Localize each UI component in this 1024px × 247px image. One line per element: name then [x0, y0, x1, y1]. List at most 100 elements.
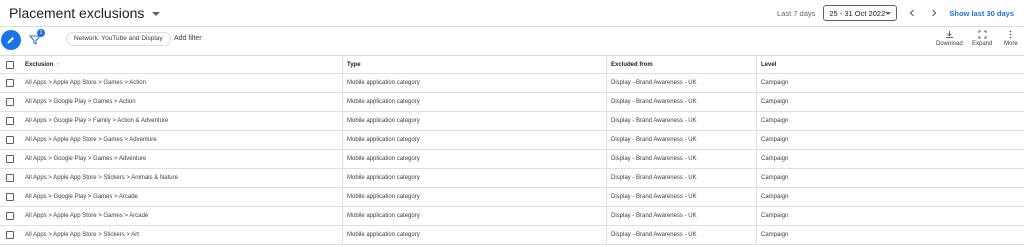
chevron-left-icon [910, 9, 915, 17]
row-checkbox[interactable] [6, 155, 14, 163]
row-checkbox[interactable] [6, 79, 14, 87]
network-filter-chip[interactable]: Network: YouTube and Display [66, 32, 171, 46]
table-row[interactable]: All Apps > Apple App Store > Games > Adv… [0, 131, 1024, 150]
table-row[interactable]: All Apps > Apple App Store > Games > Act… [0, 74, 1024, 93]
column-header-level[interactable]: Level [756, 56, 1024, 74]
table-row[interactable]: All Apps > Google Play > Games > Adventu… [0, 150, 1024, 169]
download-button[interactable]: Download [936, 30, 963, 47]
table-row[interactable]: All Apps > Apple App Store > Stickers > … [0, 169, 1024, 188]
level-cell: Campaign [756, 74, 1024, 92]
page-title-dropdown[interactable]: Placement exclusions [9, 5, 161, 21]
table-row[interactable]: All Apps > Apple App Store > Stickers > … [0, 226, 1024, 245]
row-select-cell [0, 112, 20, 130]
add-filter-button[interactable]: Add filter [174, 35, 202, 42]
row-select-cell [0, 74, 20, 92]
row-select-cell [0, 226, 20, 244]
download-label: Download [936, 41, 963, 47]
excluded-from-cell[interactable]: Display - Brand Awareness - UK [606, 226, 756, 244]
more-button[interactable]: More [1004, 30, 1018, 47]
excluded-from-cell[interactable]: Display - Brand Awareness - UK [606, 207, 756, 225]
row-select-cell [0, 169, 20, 187]
type-cell: Mobile application category [342, 131, 606, 149]
excluded-from-cell[interactable]: Display - Brand Awareness - UK [606, 188, 756, 206]
exclusion-cell: All Apps > Google Play > Games > Adventu… [25, 156, 147, 162]
more-label: More [1004, 41, 1018, 47]
exclusion-cell: All Apps > Apple App Store > Stickers > … [25, 232, 139, 238]
row-checkbox[interactable] [6, 136, 14, 144]
exclusion-cell: All Apps > Google Play > Family > Action… [25, 118, 169, 124]
table-row[interactable]: All Apps > Google Play > Family > Action… [0, 112, 1024, 131]
column-header-exclusion[interactable]: Exclusion ↑ [21, 56, 342, 74]
pencil-icon [7, 37, 14, 44]
expand-button[interactable]: Expand [972, 30, 992, 47]
exclusion-cell: All Apps > Google Play > Games > Action [25, 99, 136, 105]
exclusion-cell: All Apps > Apple App Store > Stickers > … [25, 175, 178, 181]
more-vert-icon [1009, 30, 1012, 39]
type-cell: Mobile application category [342, 188, 606, 206]
exclusion-cell: All Apps > Apple App Store > Games > Adv… [25, 137, 157, 143]
table-row[interactable]: All Apps > Google Play > Games > Action M… [0, 93, 1024, 112]
show-last-30-days-link[interactable]: Show last 30 days [949, 9, 1014, 18]
row-checkbox[interactable] [6, 98, 14, 106]
edit-button[interactable] [1, 30, 21, 50]
type-cell: Mobile application category [342, 74, 606, 92]
row-checkbox[interactable] [6, 193, 14, 201]
exclusion-cell: All Apps > Apple App Store > Games > Act… [25, 80, 146, 86]
exclusion-cell: All Apps > Google Play > Games > Arcade [25, 194, 138, 200]
row-select-cell [0, 207, 20, 225]
level-cell: Campaign [756, 150, 1024, 168]
table-row[interactable]: All Apps > Google Play > Games > Arcade M… [0, 188, 1024, 207]
excluded-from-cell[interactable]: Display - Brand Awareness - UK [606, 131, 756, 149]
sort-ascending-icon: ↑ [56, 62, 60, 68]
column-header-exclusion-label: Exclusion [25, 62, 54, 68]
level-cell: Campaign [756, 93, 1024, 111]
chevron-right-icon [932, 9, 937, 17]
excluded-from-cell[interactable]: Display - Brand Awareness - UK [606, 74, 756, 92]
excluded-from-cell[interactable]: Display - Brand Awareness - UK [606, 93, 756, 111]
column-header-type[interactable]: Type [342, 56, 606, 74]
row-select-cell [0, 188, 20, 206]
level-cell: Campaign [756, 169, 1024, 187]
type-cell: Mobile application category [342, 169, 606, 187]
type-cell: Mobile application category [342, 207, 606, 225]
download-icon [945, 31, 953, 38]
date-range-value: 25 - 31 Oct 2022 [829, 8, 886, 18]
date-range-controls: Last 7 days 25 - 31 Oct 2022 Show last 3… [777, 5, 1014, 21]
table-header-row: Exclusion ↑ Type Excluded from Level [0, 55, 1024, 74]
exclusions-table: Exclusion ↑ Type Excluded from Level All … [0, 55, 1024, 245]
select-all-checkbox[interactable] [6, 61, 14, 69]
previous-period-button[interactable] [905, 6, 919, 20]
table-body: All Apps > Apple App Store > Games > Act… [0, 74, 1024, 245]
row-checkbox[interactable] [6, 117, 14, 125]
level-cell: Campaign [756, 112, 1024, 130]
excluded-from-cell[interactable]: Display - Brand Awareness - UK [606, 112, 756, 130]
level-cell: Campaign [756, 188, 1024, 206]
select-all-cell [0, 56, 20, 74]
level-cell: Campaign [756, 207, 1024, 225]
next-period-button[interactable] [927, 6, 941, 20]
excluded-from-cell[interactable]: Display - Brand Awareness - UK [606, 169, 756, 187]
filter-button[interactable]: 1 [29, 29, 45, 47]
excluded-from-cell[interactable]: Display - Brand Awareness - UK [606, 150, 756, 168]
caret-down-icon [152, 12, 161, 16]
column-header-excluded-from[interactable]: Excluded from [606, 56, 756, 74]
page-title: Placement exclusions [9, 5, 145, 21]
type-cell: Mobile application category [342, 112, 606, 130]
type-cell: Mobile application category [342, 226, 606, 244]
caret-down-icon [885, 11, 892, 15]
row-select-cell [0, 93, 20, 111]
row-checkbox[interactable] [6, 174, 14, 182]
type-cell: Mobile application category [342, 150, 606, 168]
exclusion-cell: All Apps > Apple App Store > Games > Arc… [25, 213, 149, 219]
row-checkbox[interactable] [6, 231, 14, 239]
row-select-cell [0, 131, 20, 149]
row-checkbox[interactable] [6, 212, 14, 220]
table-row[interactable]: All Apps > Apple App Store > Games > Arc… [0, 207, 1024, 226]
filter-count-badge: 1 [37, 29, 45, 37]
expand-label: Expand [972, 41, 993, 47]
level-cell: Campaign [756, 131, 1024, 149]
fullscreen-icon [978, 30, 987, 39]
page-header: Placement exclusions Last 7 days 25 - 31… [0, 0, 1024, 28]
table-toolbar: 1 Network: YouTube and Display Add filte… [0, 27, 1024, 55]
date-range-selector[interactable]: 25 - 31 Oct 2022 [823, 5, 898, 21]
